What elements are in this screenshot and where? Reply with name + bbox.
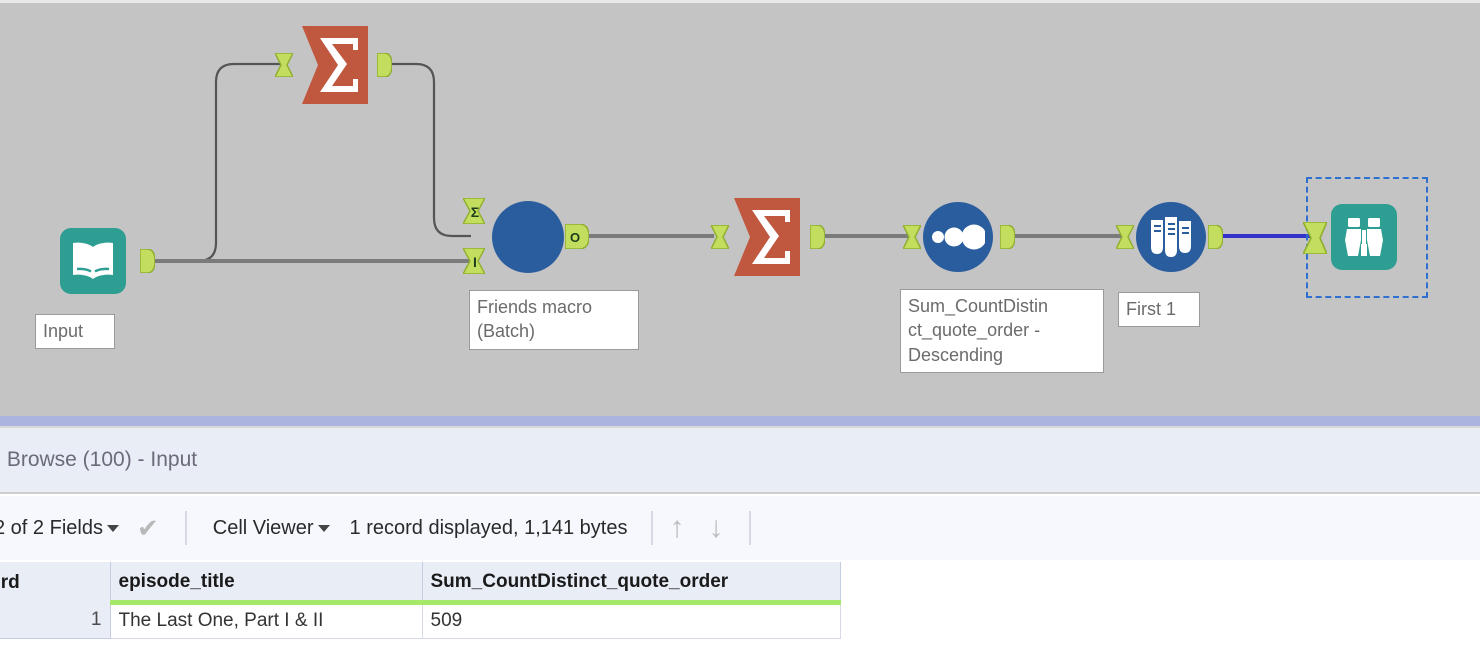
arrow-up-icon[interactable]: ↑: [669, 513, 684, 543]
tool-browse[interactable]: [1331, 204, 1397, 270]
port-summarize-top-input[interactable]: [275, 53, 293, 77]
table-header-row: ecord episode_title Sum_CountDistinct_qu…: [0, 562, 841, 605]
toolbar-divider-2: [651, 511, 654, 545]
view-mode-label: Cell Viewer: [212, 516, 314, 539]
browse-tool-body[interactable]: [1331, 204, 1397, 270]
sigma-icon: [734, 198, 800, 276]
table-row[interactable]: 1 The Last One, Part I & II 509: [0, 602, 841, 639]
svg-text:O: O: [570, 230, 580, 245]
port-summarize-main-output[interactable]: [810, 225, 825, 249]
port-browse-input[interactable]: [1303, 222, 1327, 254]
summarize-main-body[interactable]: [728, 198, 806, 276]
friends-macro-body[interactable]: [492, 201, 564, 273]
annotation-sort: Sum_CountDistin ct_quote_order - Descend…: [900, 289, 1104, 373]
sort-dots-icon: [932, 224, 985, 250]
tool-sample[interactable]: [1136, 202, 1206, 272]
chevron-down-icon[interactable]: [106, 524, 119, 532]
annotation-friends-macro: Friends macro (Batch): [469, 290, 639, 350]
sort-tool-body[interactable]: [923, 202, 993, 272]
svg-text:I: I: [473, 254, 477, 270]
tool-friends-macro[interactable]: [492, 201, 564, 273]
cell-episode-title[interactable]: The Last One, Part I & II: [110, 602, 423, 639]
port-summarize-top-output[interactable]: [377, 53, 392, 77]
cell-sum-countdistinct[interactable]: 509: [422, 602, 841, 639]
chevron-down-icon[interactable]: [317, 524, 330, 532]
tool-summarize-main[interactable]: [728, 198, 806, 276]
summarize-top-body[interactable]: [296, 26, 374, 104]
results-title-bar[interactable]: - Browse (100) - Input: [0, 428, 1480, 494]
port-sort-input[interactable]: [903, 225, 921, 249]
toolbar-divider-3: [749, 511, 752, 545]
port-macro-output[interactable]: O: [565, 224, 589, 249]
arrow-down-icon[interactable]: ↓: [708, 513, 723, 543]
fields-selector[interactable]: 2 of 2 Fields: [0, 517, 123, 540]
sample-tool-body[interactable]: [1136, 202, 1206, 272]
port-macro-input-top[interactable]: Σ: [463, 198, 485, 224]
results-accent-bar: [0, 416, 1480, 426]
tool-sort[interactable]: [923, 202, 993, 272]
input-tool-body[interactable]: [60, 228, 126, 294]
annotation-input: Input: [35, 314, 115, 350]
view-mode-selector[interactable]: Cell Viewer: [213, 517, 334, 540]
binoculars-icon: [1345, 218, 1383, 256]
check-icon[interactable]: ✔: [137, 513, 159, 544]
port-sample-output[interactable]: [1208, 225, 1223, 249]
port-summarize-main-input[interactable]: [711, 225, 729, 249]
port-sort-output[interactable]: [1000, 225, 1015, 249]
port-input-output[interactable]: [140, 249, 155, 273]
annotation-sample: First 1: [1118, 292, 1200, 328]
alteryx-designer-window: Input Σ I O Friends macro (Batch) Sum_Co…: [0, 0, 1480, 672]
results-table[interactable]: ecord episode_title Sum_CountDistinct_qu…: [0, 562, 841, 639]
test-tubes-icon: [1151, 217, 1191, 257]
svg-text:Σ: Σ: [471, 204, 479, 220]
toolbar-divider-1: [184, 511, 187, 545]
tool-input-data[interactable]: [60, 228, 126, 294]
workflow-canvas[interactable]: Input Σ I O Friends macro (Batch) Sum_Co…: [0, 0, 1480, 413]
results-toolbar[interactable]: 2 of 2 Fields ✔ Cell Viewer 1 record dis…: [0, 496, 1480, 560]
column-header-record[interactable]: ecord: [0, 562, 111, 602]
port-sample-input[interactable]: [1116, 225, 1134, 249]
results-title: - Browse (100) - Input: [0, 448, 198, 471]
column-header-sum-countdistinct[interactable]: Sum_CountDistinct_quote_order: [422, 562, 841, 605]
port-macro-input-bottom[interactable]: I: [463, 248, 485, 274]
record-status: 1 record displayed, 1,141 bytes: [349, 516, 628, 539]
cell-record-number[interactable]: 1: [0, 602, 111, 639]
sigma-icon: [302, 26, 368, 104]
column-header-episode-title[interactable]: episode_title: [110, 562, 423, 605]
results-panel: - Browse (100) - Input 2 of 2 Fields ✔ C…: [0, 413, 1480, 672]
book-icon: [73, 242, 113, 279]
tool-summarize-top[interactable]: [296, 26, 374, 104]
fields-label: 2 of 2 Fields: [0, 516, 103, 539]
